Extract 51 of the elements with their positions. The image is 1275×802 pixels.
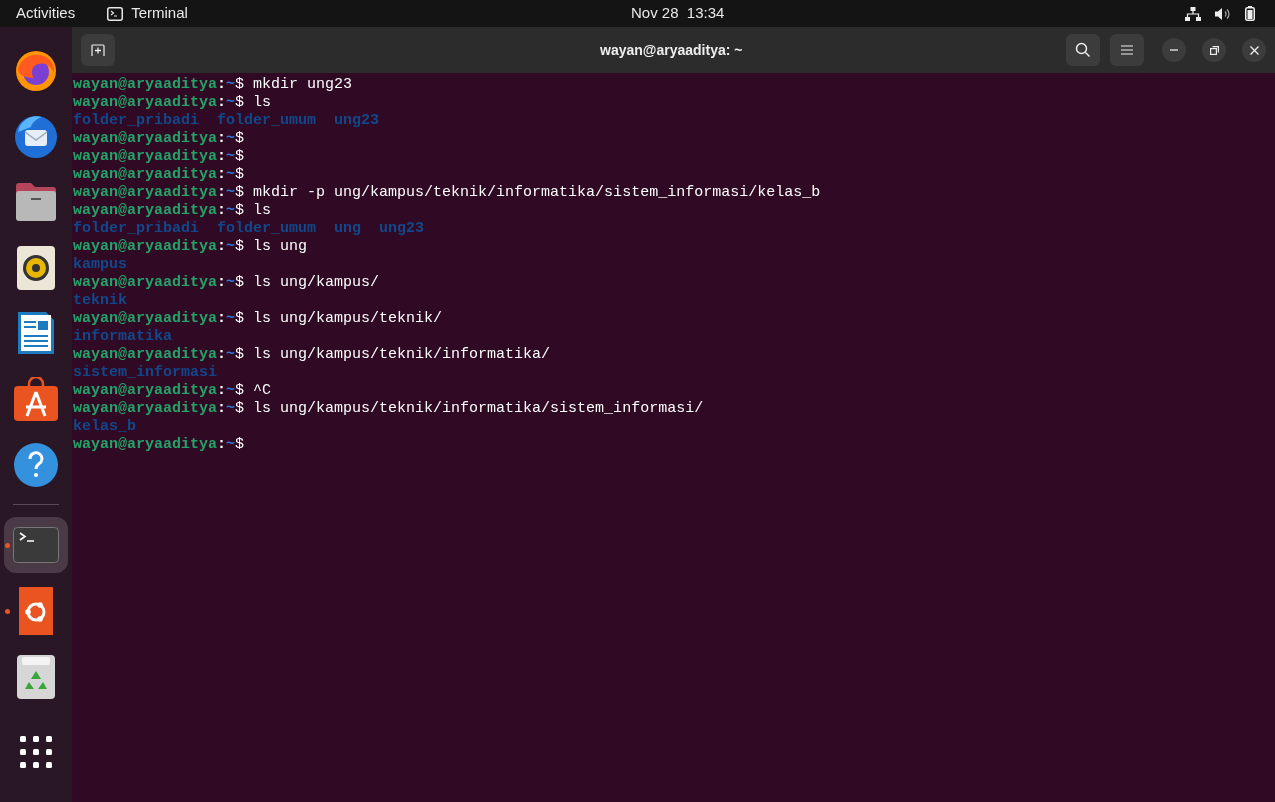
ubuntu-icon	[19, 586, 53, 635]
window-title: wayan@aryaaditya: ~	[600, 40, 743, 60]
prompt-line: wayan@aryaaditya:~$ ^C	[73, 382, 272, 400]
folder-icon	[14, 182, 58, 223]
activities-button[interactable]: Activities	[0, 2, 92, 25]
prompt-line: wayan@aryaaditya:~$ ls ung/kampus/teknik/informatika/sistem_informasi/	[73, 400, 704, 418]
prompt-line: wayan@aryaaditya:~$	[73, 130, 245, 148]
fox-globe-icon	[14, 48, 58, 93]
search-button[interactable]	[1066, 34, 1100, 66]
prompt-line: wayan@aryaaditya:~$ ls ung/kampus/teknik/	[73, 310, 443, 328]
document-icon	[16, 310, 56, 357]
app-menu[interactable]: Terminal	[107, 2, 188, 25]
prompt-line: wayan@aryaaditya:~$	[73, 436, 245, 454]
shopping-bag-icon	[14, 377, 58, 421]
new-tab-icon	[91, 44, 105, 56]
terminal-icon	[13, 527, 59, 564]
directory-listing: sistem_informasi	[73, 364, 218, 382]
battery-icon[interactable]	[1245, 6, 1255, 21]
menu-icon	[1121, 45, 1133, 55]
prompt-line: wayan@aryaaditya:~$ mkdir ung23	[73, 76, 353, 94]
directory-listing: kelas_b	[73, 418, 136, 436]
prompt-line: wayan@aryaaditya:~$ ls ung/kampus/teknik/informatika/	[73, 346, 551, 364]
prompt-line: wayan@aryaaditya:~$ mkdir -p ung/kampus/teknik/informatika/sistem_informasi/kelas_b	[73, 184, 821, 202]
clock[interactable]: Nov 28 13:34	[631, 2, 725, 25]
prompt-line: wayan@aryaaditya:~$	[73, 166, 245, 184]
minimize-icon	[1170, 49, 1178, 51]
minimize-button[interactable]	[1162, 38, 1186, 62]
help-icon	[13, 441, 59, 488]
prompt-line: wayan@aryaaditya:~$	[73, 148, 245, 166]
menu-button[interactable]	[1110, 34, 1144, 66]
restore-icon	[1209, 45, 1219, 55]
directory-listing: informatika	[73, 328, 173, 346]
network-icon[interactable]	[1185, 6, 1201, 21]
close-icon	[1249, 45, 1259, 55]
speaker-icon	[17, 245, 55, 290]
maximize-button[interactable]	[1202, 38, 1226, 62]
directory-listing: folder_pribadi folder_umum ung23	[73, 112, 380, 130]
app-grid-icon	[20, 736, 52, 769]
prompt-line: wayan@aryaaditya:~$ ls ung/kampus/	[73, 274, 380, 292]
terminal-icon	[107, 6, 124, 21]
volume-icon[interactable]	[1215, 6, 1231, 21]
prompt-line: wayan@aryaaditya:~$ ls	[73, 202, 272, 220]
prompt-line: wayan@aryaaditya:~$ ls ung	[73, 238, 308, 256]
recycle-bin-icon	[17, 654, 55, 699]
directory-listing: teknik	[73, 292, 127, 310]
close-button[interactable]	[1242, 38, 1266, 62]
directory-listing: folder_pribadi folder_umum ung ung23	[73, 220, 425, 238]
directory-listing: kampus	[73, 256, 127, 274]
search-icon	[1075, 42, 1091, 58]
new-tab-button[interactable]	[81, 34, 115, 66]
prompt-line: wayan@aryaaditya:~$ ls	[73, 94, 272, 112]
